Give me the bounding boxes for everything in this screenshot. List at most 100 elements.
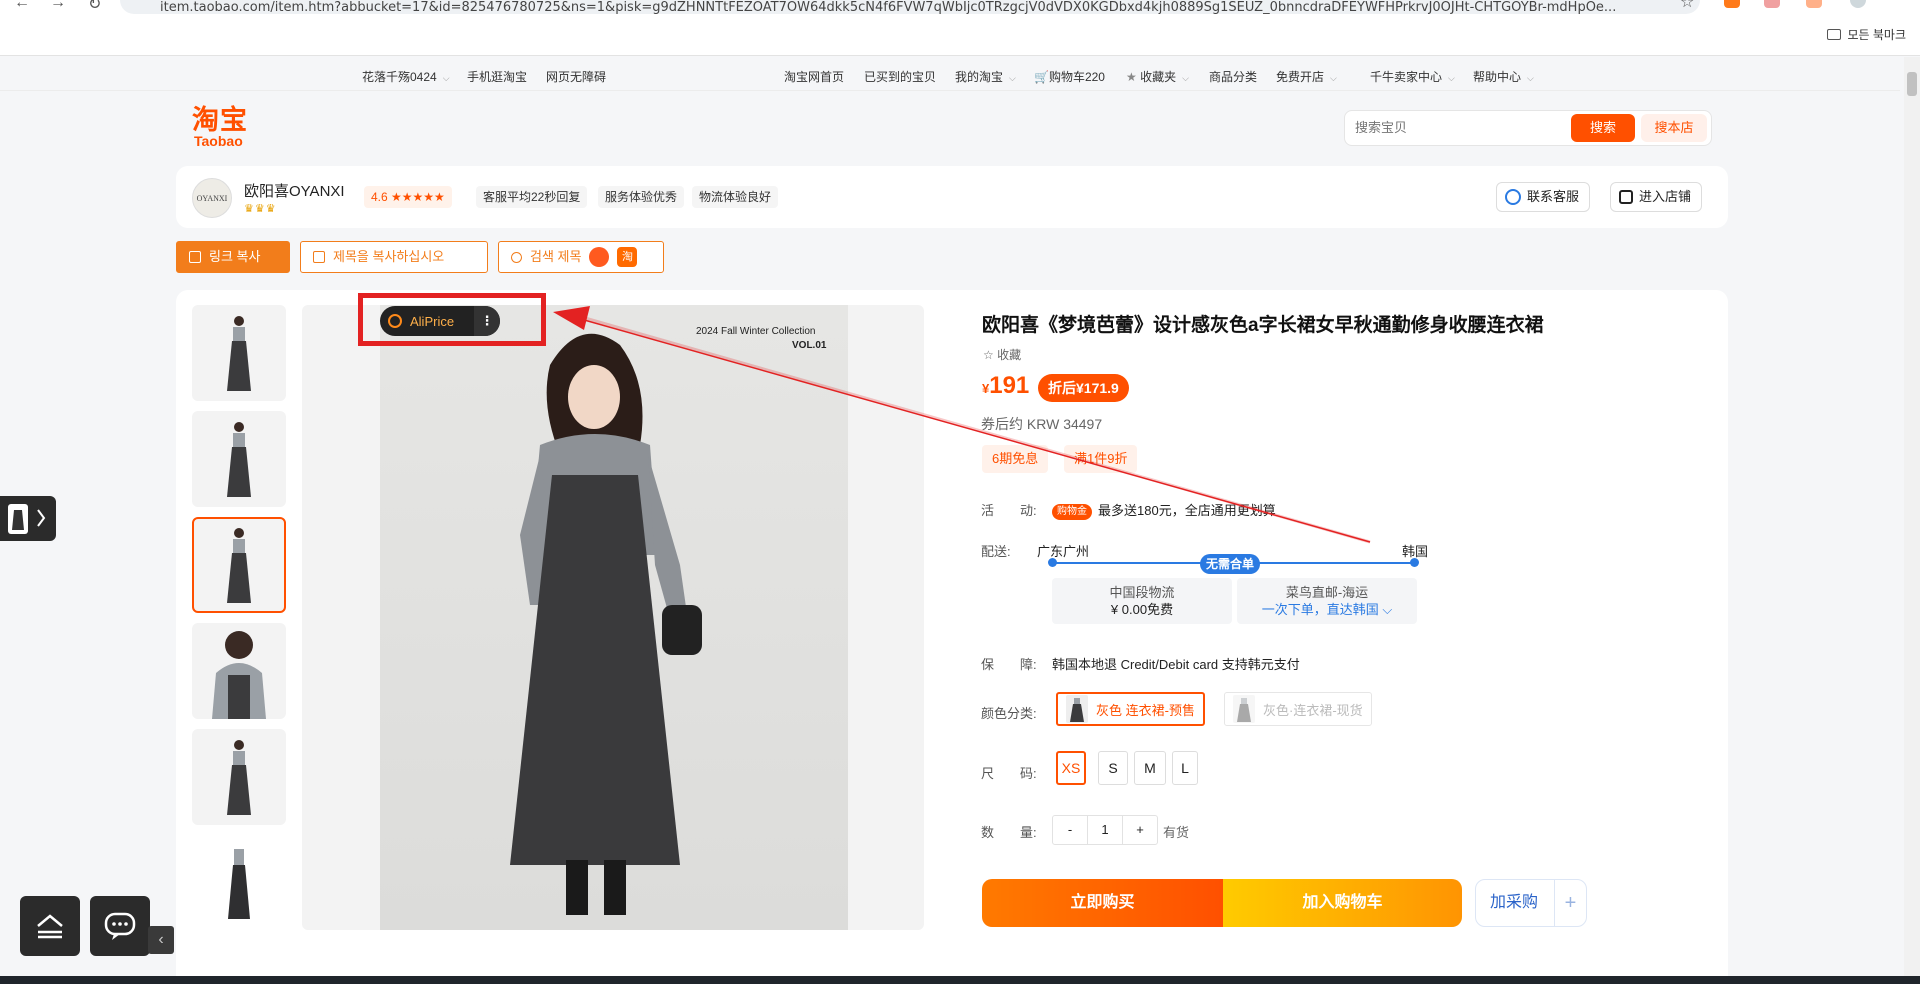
color-option[interactable]: 灰色·连衣裙-现货: [1224, 692, 1372, 726]
size-option[interactable]: S: [1098, 751, 1128, 785]
thumbnail[interactable]: [192, 623, 286, 719]
accessibility-link[interactable]: 网页无障碍: [546, 68, 606, 85]
favorite-link[interactable]: ☆ 收藏: [983, 346, 1021, 363]
quantity-label: 数 量:: [981, 825, 1037, 840]
enter-shop-button[interactable]: 进入店铺: [1610, 182, 1703, 212]
shipping-option-korea[interactable]: 菜鸟直邮-海运 一次下单，直达韩国 ⌵: [1237, 578, 1417, 624]
search-button[interactable]: 搜索: [1571, 114, 1635, 142]
categories-link[interactable]: 商品分类: [1209, 68, 1257, 85]
size-option[interactable]: L: [1172, 751, 1198, 785]
product-price: ¥191: [982, 372, 1030, 399]
shop-tag: 物流体验良好: [692, 186, 779, 208]
home-link[interactable]: 淘宝网首页: [784, 68, 844, 85]
thumbnail[interactable]: [192, 729, 286, 825]
search-box: 搜索 搜本店: [1344, 110, 1712, 146]
seller-center-menu[interactable]: 千牛卖家中心 ⌵: [1370, 68, 1455, 85]
collapse-chevron-icon[interactable]: ‹: [148, 926, 174, 954]
color-swatch: [1066, 695, 1088, 723]
user-menu[interactable]: 花落千殇0424 ⌵: [362, 68, 450, 85]
open-shop-menu[interactable]: 免费开店 ⌵: [1276, 68, 1337, 85]
search-title-button[interactable]: 검색 제목 淘: [498, 241, 664, 273]
scrollbar-thumb[interactable]: [1907, 72, 1917, 96]
size-option[interactable]: M: [1134, 751, 1166, 785]
scroll-top-button[interactable]: [20, 896, 80, 956]
route-end-dot: [1410, 558, 1419, 567]
copy-icon: [313, 251, 325, 263]
activity-text: 购物金 最多送180元，全店通用更划算: [1052, 500, 1276, 520]
discount-price-badge: 折后¥171.9: [1038, 374, 1129, 402]
add-purchase-button[interactable]: 加采购 +: [1475, 879, 1587, 927]
extension-icon[interactable]: [1764, 0, 1780, 8]
quantity-stepper: - 1 +: [1052, 815, 1158, 845]
taobao-icon: 淘: [617, 247, 638, 267]
add-to-cart-button[interactable]: 加入购物车: [1223, 879, 1462, 927]
thumbnail[interactable]: [192, 835, 286, 930]
back-icon[interactable]: ←: [14, 0, 30, 12]
crown-icon: ♛♛♛: [244, 203, 277, 215]
search-icon: [511, 251, 522, 263]
color-option-selected[interactable]: 灰色 连衣裙-预售: [1056, 692, 1205, 726]
qty-plus-button[interactable]: +: [1123, 816, 1157, 844]
link-icon: [189, 251, 201, 263]
shop-name[interactable]: 欧阳喜OYANXI: [244, 180, 345, 201]
guarantee-text: 韩国本地退 Credit/Debit card 支持韩元支付: [1052, 657, 1300, 672]
extension-icon[interactable]: [1806, 0, 1822, 8]
store-icon: [1619, 190, 1633, 204]
product-photo[interactable]: [380, 305, 848, 930]
thumbnail[interactable]: [192, 411, 286, 507]
collection-label: 2024 Fall Winter Collection: [696, 326, 816, 337]
forward-icon[interactable]: →: [50, 0, 66, 12]
address-bar[interactable]: item.taobao.com/item.htm?abbucket=17&id=…: [120, 0, 1700, 14]
guarantee-label: 保 障:: [981, 657, 1037, 672]
shipping-label: 配送:: [981, 544, 1011, 559]
thumbnail[interactable]: [192, 305, 286, 401]
os-taskbar: [0, 976, 1920, 984]
buy-now-button[interactable]: 立即购买: [982, 879, 1223, 927]
mobile-link[interactable]: 手机逛淘宝: [467, 68, 527, 85]
help-menu[interactable]: 帮助中心 ⌵: [1473, 68, 1534, 85]
volume-label: VOL.01: [792, 340, 827, 351]
browser-toolbar: ← → ↻ item.taobao.com/item.htm?abbucket=…: [0, 0, 1920, 56]
all-bookmarks[interactable]: 모든 북마크: [1827, 26, 1906, 43]
promo-tag: 6期免息: [982, 445, 1049, 473]
side-panel-toggle[interactable]: [0, 496, 56, 541]
qty-minus-button[interactable]: -: [1053, 816, 1087, 844]
scrollbar[interactable]: [1904, 57, 1920, 984]
shop-tag: 客服平均22秒回复: [476, 186, 588, 208]
activity-label: 活 动:: [981, 503, 1037, 518]
coupon-krw-price: 券后约 KRW 34497: [981, 416, 1103, 432]
product-title: 欧阳喜《梦境芭蕾》设计感灰色a字长裙女早秋通勤修身收腰连衣裙: [982, 315, 1544, 336]
size-label: 尺 码:: [981, 766, 1037, 781]
copy-link-button[interactable]: 링크 복사: [176, 241, 290, 273]
size-option-selected[interactable]: XS: [1056, 751, 1086, 785]
qty-input[interactable]: 1: [1087, 816, 1123, 844]
shop-tag: 服务体验优秀: [598, 186, 685, 208]
my-taobao-menu[interactable]: 我的淘宝 ⌵: [955, 68, 1016, 85]
profile-avatar-icon[interactable]: [1850, 0, 1866, 8]
shipping-option-china: 中国段物流 ¥ 0.00免费: [1052, 578, 1232, 624]
bookmark-star-icon[interactable]: ☆: [1680, 0, 1694, 12]
taobao-logo[interactable]: 淘宝 Taobao: [192, 106, 248, 148]
promo-tag: 满1件9折: [1064, 445, 1138, 473]
color-swatch: [1233, 695, 1255, 723]
reload-icon[interactable]: ↻: [88, 0, 101, 14]
extension-aliprice-icon[interactable]: [1724, 0, 1740, 8]
shop-avatar[interactable]: OYANXI: [192, 178, 232, 218]
cart-link[interactable]: 🛒购物车220: [1034, 68, 1105, 85]
folder-icon: [1827, 29, 1842, 40]
shop-rating: 4.6 ★★★★★: [364, 186, 452, 208]
annotation-highlight-box: [358, 293, 546, 346]
aliexpress-icon: [589, 247, 610, 267]
search-shop-button[interactable]: 搜本店: [1641, 114, 1707, 142]
site-top-bar: 花落千殇0424 ⌵ 手机逛淘宝 网页无障碍 淘宝网首页 已买到的宝贝 我的淘宝 ⌵…: [0, 57, 1900, 91]
copy-title-button[interactable]: 제목을 복사하십시오: [300, 241, 488, 273]
color-label: 颜色分类:: [981, 706, 1037, 721]
service-icon: [1505, 189, 1521, 205]
contact-service-button[interactable]: 联系客服: [1496, 182, 1591, 212]
search-input[interactable]: [1355, 120, 1575, 135]
chat-button[interactable]: [90, 896, 150, 956]
bought-link[interactable]: 已买到的宝贝: [864, 68, 936, 85]
thumbnail-selected[interactable]: [192, 517, 286, 613]
plus-icon[interactable]: +: [1554, 880, 1586, 926]
favorites-menu[interactable]: ★ 收藏夹 ⌵: [1126, 68, 1189, 85]
